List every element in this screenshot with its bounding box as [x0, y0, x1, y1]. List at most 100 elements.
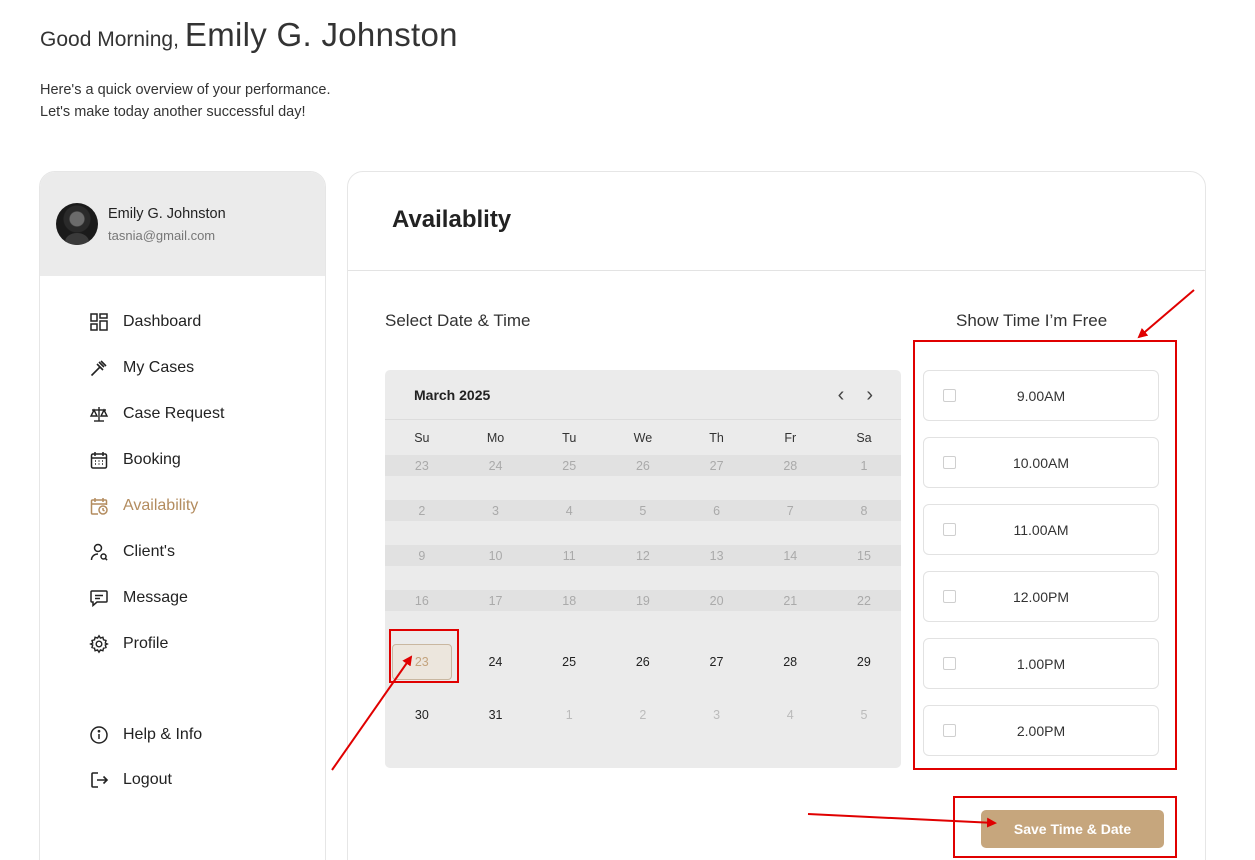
sidebar-item-label: Case Request	[123, 405, 225, 422]
info-icon	[88, 724, 110, 746]
calendar-day[interactable]: 26	[606, 644, 680, 680]
greeting-hello: Good Morning,	[40, 28, 179, 51]
time-slot[interactable]: 2.00PM	[923, 705, 1159, 756]
time-slot-checkbox[interactable]	[943, 590, 956, 603]
scales-icon	[88, 403, 110, 425]
sidebar-item-my-cases[interactable]: My Cases	[88, 345, 224, 391]
time-slot[interactable]: 9.00AM	[923, 370, 1159, 421]
calendar-week: 23 24 25 26 27 28 29	[385, 635, 901, 688]
sidebar-item-case-request[interactable]: Case Request	[88, 391, 224, 437]
weekday-label: Fr	[784, 431, 797, 445]
time-slot-list: 9.00AM 10.00AM 11.00AM 12.00PM 1.00PM 2.…	[923, 370, 1159, 772]
select-date-time-label: Select Date & Time	[385, 311, 531, 330]
calendar-day-disabled: 3	[458, 500, 533, 521]
calendar-day-disabled: 20	[679, 590, 754, 611]
sidebar-item-dashboard[interactable]: Dashboard	[88, 299, 224, 345]
subtitle-line-1: Here's a quick overview of your performa…	[40, 82, 331, 98]
calendar-day-next-month[interactable]: 2	[606, 697, 680, 733]
calendar-day-disabled: 15	[827, 545, 901, 566]
calendar-icon	[88, 449, 110, 471]
calendar-day-disabled: 18	[532, 590, 607, 611]
calendar-day-next-month[interactable]: 5	[827, 697, 901, 733]
sidebar-item-label: Help & Info	[123, 725, 203, 743]
sidebar-item-availability[interactable]: Availability	[88, 483, 224, 529]
calendar-day-disabled: 5	[606, 500, 680, 521]
divider	[348, 270, 1205, 271]
time-slot[interactable]: 10.00AM	[923, 437, 1159, 488]
calendar-day-disabled: 26	[606, 455, 680, 476]
page-title: Availablity	[392, 206, 512, 233]
calendar-day-disabled: 27	[679, 455, 754, 476]
calendar-day-disabled: 17	[458, 590, 533, 611]
calendar-month: March 2025	[414, 386, 491, 403]
time-slot[interactable]: 1.00PM	[923, 638, 1159, 689]
sidebar-item-logout[interactable]: Logout	[88, 757, 202, 802]
sidebar-item-label: Logout	[123, 770, 172, 788]
calendar-day-selected[interactable]: 23	[391, 643, 452, 680]
greeting: Good Morning, Emily G. Johnston	[40, 16, 458, 54]
weekday-label: Mo	[486, 431, 505, 445]
calendar-day-disabled: 25	[532, 455, 607, 476]
time-slot-label: 12.00PM	[1012, 588, 1070, 605]
calendar-day-disabled: 2	[385, 500, 459, 521]
avatar	[56, 203, 98, 245]
time-slot[interactable]: 11.00AM	[923, 504, 1159, 555]
weekday-label: Sa	[856, 431, 872, 445]
sidebar-bottom-nav: Help & Info Logout	[88, 712, 202, 802]
save-time-date-button[interactable]: Save Time & Date	[981, 810, 1164, 848]
time-slot-checkbox[interactable]	[943, 456, 956, 469]
chevron-right-icon[interactable]: ›	[866, 385, 873, 405]
sidebar-item-booking[interactable]: Booking	[88, 437, 224, 483]
calendar-day[interactable]: 24	[459, 644, 533, 680]
calendar-day-disabled: 21	[753, 590, 828, 611]
date-picker: March 2025 ‹ › Su Mo Tu We Th Fr Sa 23 2…	[385, 370, 901, 768]
calendar-week: 9 10 11 12 13 14 15	[385, 545, 901, 590]
sidebar-item-profile[interactable]: Profile	[88, 621, 224, 667]
dashboard-icon	[88, 311, 110, 333]
calendar-day[interactable]: 30	[385, 697, 459, 733]
calendar-day-disabled: 19	[606, 590, 680, 611]
show-time-free-label: Show Time I’m Free	[956, 311, 1108, 330]
calendar-grid: Su Mo Tu We Th Fr Sa 23 24 25 26 27 28 1…	[385, 421, 901, 741]
calendar-header: March 2025 ‹ ›	[385, 370, 901, 420]
time-slot[interactable]: 12.00PM	[923, 571, 1159, 622]
message-icon	[88, 587, 110, 609]
sidebar-item-label: Availability	[123, 497, 199, 514]
sidebar-item-clients[interactable]: Client's	[88, 529, 224, 575]
calendar-day[interactable]: 28	[753, 644, 827, 680]
user-search-icon	[88, 541, 110, 563]
chevron-left-icon[interactable]: ‹	[838, 385, 845, 405]
calendar-day-next-month[interactable]: 4	[753, 697, 827, 733]
calendar-day[interactable]: 29	[827, 644, 901, 680]
calendar-day-disabled: 22	[827, 590, 901, 611]
time-slot-checkbox[interactable]	[943, 523, 956, 536]
subtitle-line-2: Let's make today another successful day!	[40, 104, 306, 120]
calendar-day[interactable]: 25	[532, 644, 606, 680]
calendar-day-next-month[interactable]: 3	[680, 697, 754, 733]
sidebar-item-label: Message	[123, 589, 188, 606]
profile-name: Emily G. Johnston	[108, 205, 226, 222]
time-slot-checkbox[interactable]	[943, 657, 956, 670]
time-slot-label: 1.00PM	[1016, 655, 1066, 672]
sidebar-item-label: My Cases	[123, 359, 195, 376]
sidebar-item-message[interactable]: Message	[88, 575, 224, 621]
time-slot-label: 9.00AM	[1016, 387, 1066, 404]
profile-card[interactable]: Emily G. Johnston tasnia@gmail.com	[40, 172, 325, 276]
greeting-name: Emily G. Johnston	[184, 16, 458, 53]
logout-icon	[88, 769, 110, 791]
sidebar-item-label: Dashboard	[123, 313, 202, 330]
page-subtitle: Here's a quick overview of your performa…	[40, 79, 330, 123]
weekday-label: Th	[709, 431, 724, 445]
calendar-clock-icon	[88, 495, 110, 517]
calendar-day[interactable]: 27	[680, 644, 754, 680]
calendar-day[interactable]: 31	[459, 697, 533, 733]
calendar-day-disabled: 1	[827, 455, 901, 476]
calendar-week: 30 31 1 2 3 4 5	[385, 688, 901, 741]
weekday-label: We	[633, 431, 653, 445]
calendar-day-disabled: 8	[827, 500, 901, 521]
time-slot-checkbox[interactable]	[943, 724, 956, 737]
sidebar-nav: Dashboard My Cases Case Request Booking …	[88, 299, 224, 667]
calendar-day-next-month[interactable]: 1	[532, 697, 606, 733]
time-slot-checkbox[interactable]	[943, 389, 956, 402]
sidebar-item-help[interactable]: Help & Info	[88, 712, 202, 757]
